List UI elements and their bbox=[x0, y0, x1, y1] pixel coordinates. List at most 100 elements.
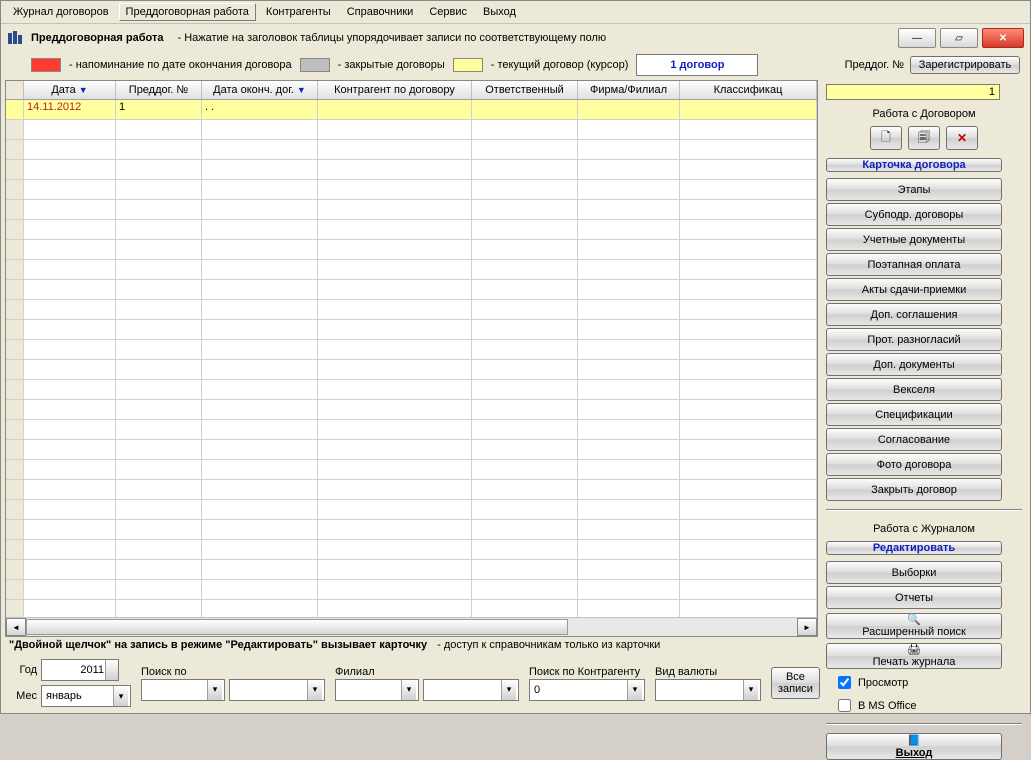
side-button[interactable]: Поэтапная оплата bbox=[826, 253, 1002, 276]
table-row[interactable] bbox=[6, 600, 817, 617]
table-row[interactable] bbox=[6, 220, 817, 240]
col-resp[interactable]: Ответственный bbox=[472, 81, 578, 99]
agent-search-combo[interactable]: 0 bbox=[529, 679, 645, 701]
new-doc-button[interactable]: 🗋 bbox=[870, 126, 902, 150]
contracts-grid[interactable]: Дата▼ Преддог. № Дата оконч. дог.▼ Контр… bbox=[5, 80, 818, 637]
cell bbox=[578, 400, 680, 419]
table-row[interactable] bbox=[6, 200, 817, 220]
year-spinner[interactable]: 2011 bbox=[41, 659, 119, 681]
all-records-button[interactable]: Все записи bbox=[771, 667, 820, 699]
table-row[interactable] bbox=[6, 400, 817, 420]
cell bbox=[202, 220, 318, 239]
table-row[interactable] bbox=[6, 380, 817, 400]
cell bbox=[116, 280, 202, 299]
minimize-button[interactable]: — bbox=[898, 28, 936, 48]
copy-doc-button[interactable]: 🗐 bbox=[908, 126, 940, 150]
side-button[interactable]: Учетные документы bbox=[826, 228, 1002, 251]
side-button[interactable]: Этапы bbox=[826, 178, 1002, 201]
table-row[interactable] bbox=[6, 460, 817, 480]
table-row[interactable] bbox=[6, 300, 817, 320]
side-button[interactable]: Выборки bbox=[826, 561, 1002, 584]
side-button[interactable]: Фото договора bbox=[826, 453, 1002, 476]
cell bbox=[472, 480, 578, 499]
menu-service[interactable]: Сервис bbox=[423, 4, 473, 20]
table-row[interactable] bbox=[6, 280, 817, 300]
maximize-button[interactable]: ▱ bbox=[940, 28, 978, 48]
cell bbox=[116, 180, 202, 199]
col-class[interactable]: Классификац bbox=[680, 81, 817, 99]
branch-value-combo[interactable] bbox=[423, 679, 519, 701]
scroll-left-icon[interactable]: ◄ bbox=[6, 618, 26, 636]
table-row[interactable] bbox=[6, 160, 817, 180]
side-button[interactable]: Спецификации bbox=[826, 403, 1002, 426]
menu-journal[interactable]: Журнал договоров bbox=[7, 4, 115, 20]
delete-doc-button[interactable]: ✕ bbox=[946, 126, 978, 150]
table-row[interactable] bbox=[6, 180, 817, 200]
side-button[interactable]: Прот. разногласий bbox=[826, 328, 1002, 351]
table-row[interactable] bbox=[6, 320, 817, 340]
card-button[interactable]: Карточка договора bbox=[826, 158, 1002, 172]
side-button[interactable]: Согласование bbox=[826, 428, 1002, 451]
col-date[interactable]: Дата▼ bbox=[24, 81, 116, 99]
cell bbox=[472, 520, 578, 539]
advanced-search-button[interactable]: 🔍 Расширенный поиск bbox=[826, 613, 1002, 639]
msoffice-checkbox[interactable] bbox=[838, 699, 851, 712]
currency-combo[interactable] bbox=[655, 679, 761, 701]
cell bbox=[202, 320, 318, 339]
col-agent[interactable]: Контрагент по договору bbox=[318, 81, 472, 99]
side-button[interactable]: Векселя bbox=[826, 378, 1002, 401]
menu-exit[interactable]: Выход bbox=[477, 4, 522, 20]
scroll-right-icon[interactable]: ► bbox=[797, 618, 817, 636]
window-title: Преддоговорная работа bbox=[31, 32, 163, 44]
side-button[interactable]: Акты сдачи-приемки bbox=[826, 278, 1002, 301]
table-row[interactable] bbox=[6, 340, 817, 360]
cell bbox=[472, 100, 578, 119]
register-button[interactable]: Зарегистрировать bbox=[910, 56, 1020, 74]
table-row[interactable] bbox=[6, 520, 817, 540]
table-row[interactable] bbox=[6, 360, 817, 380]
exit-button[interactable]: 📘 Выход bbox=[826, 733, 1002, 760]
cell bbox=[6, 540, 24, 559]
branch-combo[interactable] bbox=[335, 679, 419, 701]
table-row[interactable] bbox=[6, 120, 817, 140]
menu-contragents[interactable]: Контрагенты bbox=[260, 4, 337, 20]
cell bbox=[24, 260, 116, 279]
month-combo[interactable]: январь bbox=[41, 685, 131, 707]
side-button[interactable]: Закрыть договор bbox=[826, 478, 1002, 501]
table-row[interactable] bbox=[6, 420, 817, 440]
col-enddate[interactable]: Дата оконч. дог.▼ bbox=[202, 81, 318, 99]
menu-refs[interactable]: Справочники bbox=[341, 4, 420, 20]
col-num[interactable]: Преддог. № bbox=[116, 81, 202, 99]
side-button[interactable]: Доп. соглашения bbox=[826, 303, 1002, 326]
table-row[interactable] bbox=[6, 500, 817, 520]
footer-bar: Год 2011 Мес январь Поиск по bbox=[5, 653, 818, 713]
table-row[interactable] bbox=[6, 540, 817, 560]
table-row[interactable] bbox=[6, 440, 817, 460]
side-button[interactable]: Отчеты bbox=[826, 586, 1002, 609]
table-row[interactable] bbox=[6, 240, 817, 260]
table-row[interactable] bbox=[6, 260, 817, 280]
table-row[interactable] bbox=[6, 140, 817, 160]
print-journal-button[interactable]: 🖨 Печать журнала bbox=[826, 643, 1002, 669]
scroll-thumb[interactable] bbox=[26, 619, 568, 635]
col-firm[interactable]: Фирма/Филиал bbox=[578, 81, 680, 99]
table-row[interactable] bbox=[6, 580, 817, 600]
preddog-number-field[interactable]: 1 bbox=[826, 84, 1000, 100]
side-button[interactable]: Субподр. договоры bbox=[826, 203, 1002, 226]
horizontal-scrollbar[interactable]: ◄ ► bbox=[6, 617, 817, 636]
grid-body[interactable]: 14.11.20121. . bbox=[6, 100, 817, 617]
search-value-combo[interactable] bbox=[229, 679, 325, 701]
preview-checkbox[interactable] bbox=[838, 676, 851, 689]
table-row[interactable]: 14.11.20121. . bbox=[6, 100, 817, 120]
table-row[interactable] bbox=[6, 560, 817, 580]
close-button[interactable]: ✕ bbox=[982, 28, 1024, 48]
cell bbox=[472, 140, 578, 159]
table-row[interactable] bbox=[6, 480, 817, 500]
cell bbox=[202, 540, 318, 559]
menu-preddog[interactable]: Преддоговорная работа bbox=[119, 3, 256, 21]
swatch-gray bbox=[300, 58, 330, 72]
side-button[interactable]: Доп. документы bbox=[826, 353, 1002, 376]
search-field-combo[interactable] bbox=[141, 679, 225, 701]
edit-button[interactable]: Редактировать bbox=[826, 541, 1002, 555]
cell bbox=[472, 260, 578, 279]
